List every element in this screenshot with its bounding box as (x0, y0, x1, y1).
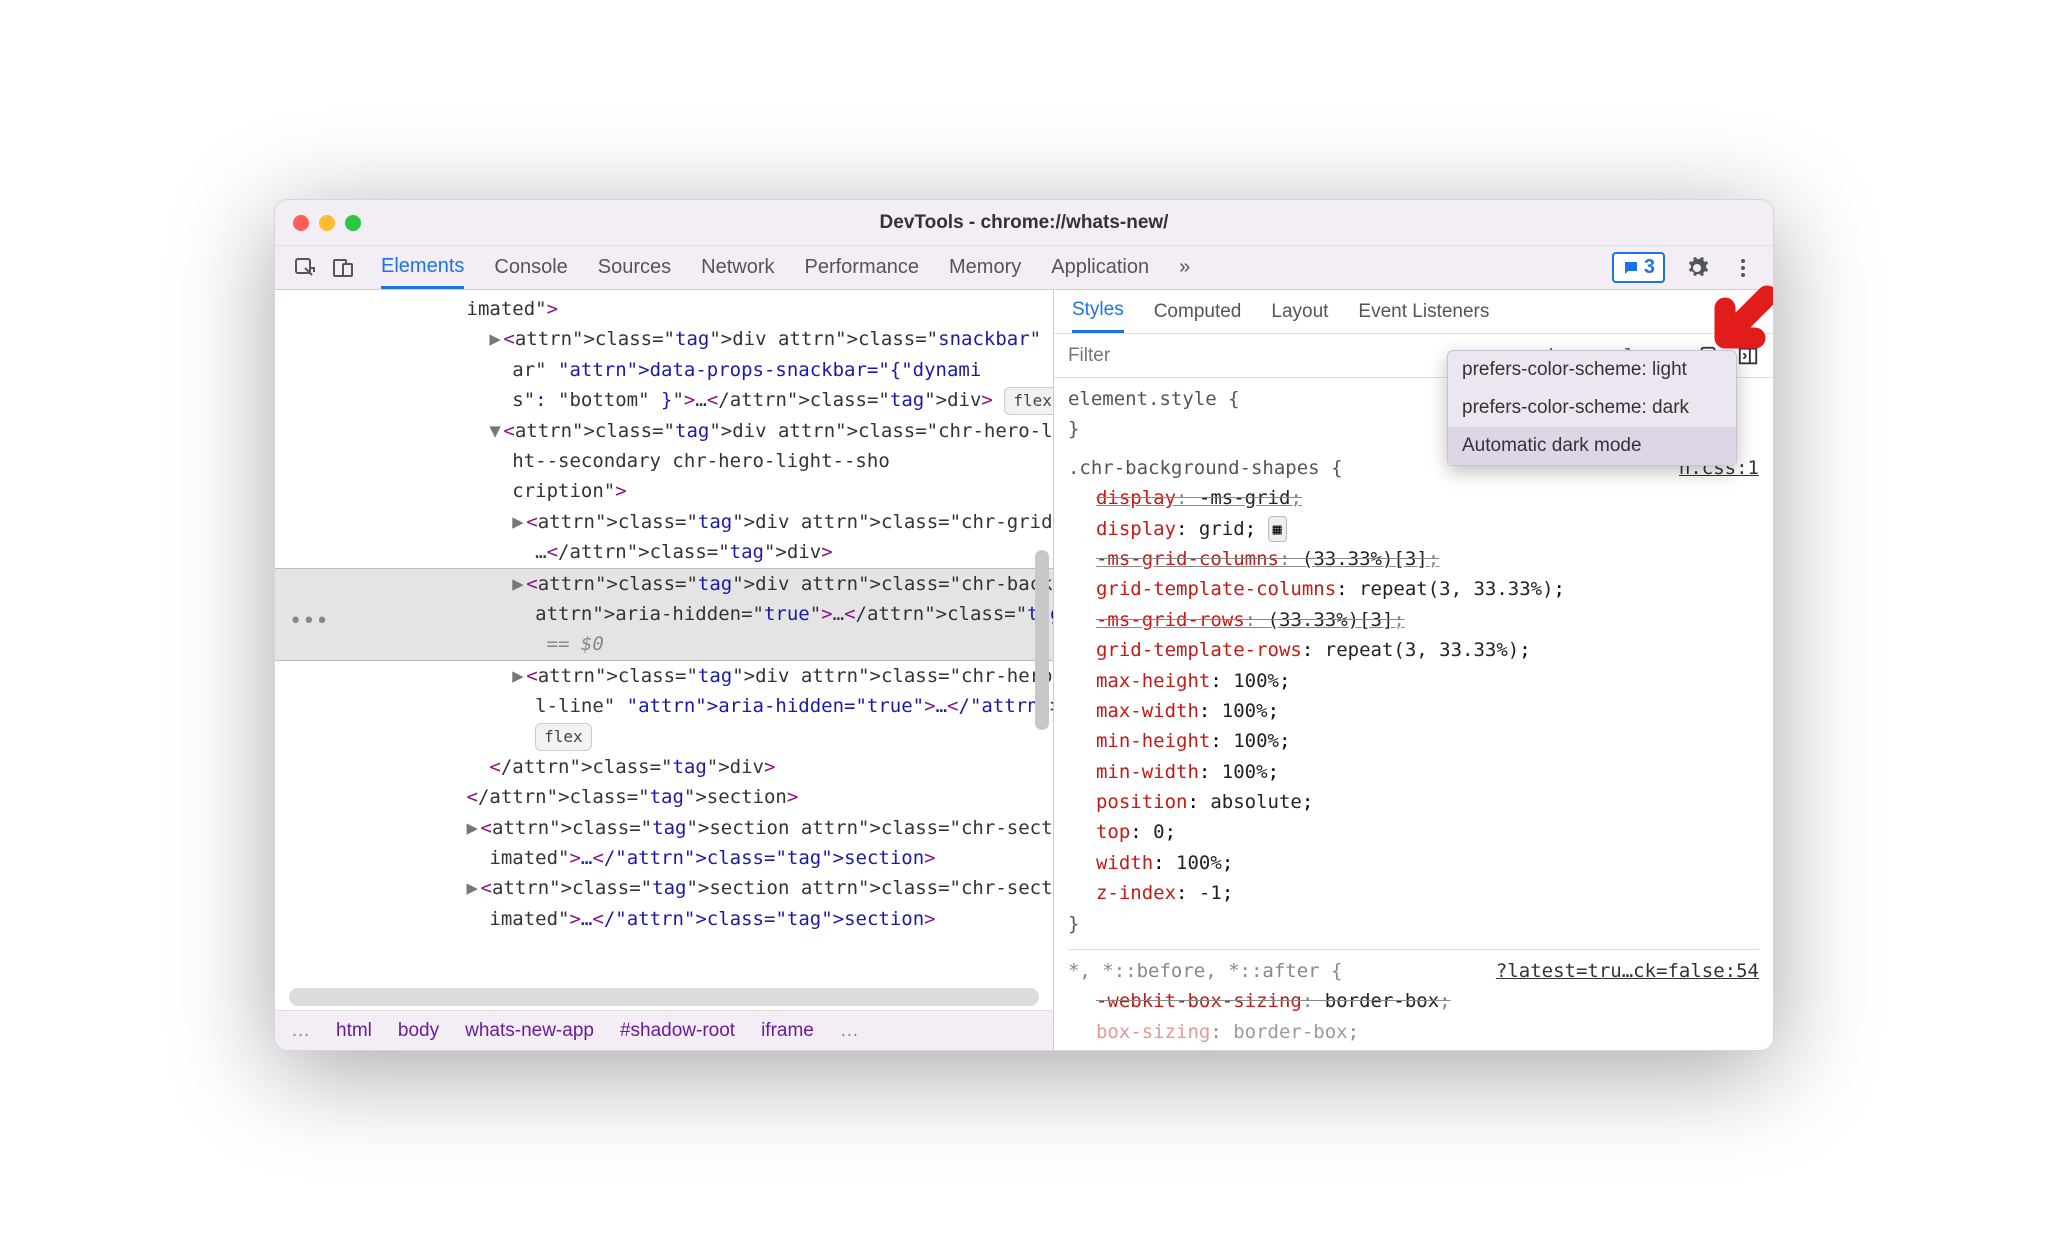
dom-row[interactable]: cription"> (275, 476, 1053, 506)
annotation-arrow-icon (1707, 284, 1774, 356)
dom-row[interactable]: imated">…</"attrn">class="tag">section> (275, 904, 1053, 934)
dom-row[interactable]: …</attrn">class="tag">div> (275, 537, 1053, 567)
css-declaration[interactable]: display: grid; ▦ (1068, 514, 1759, 544)
crumb-more-right[interactable]: … (840, 1020, 859, 1042)
styles-subtabs: Styles Computed Layout Event Listeners » (1054, 290, 1773, 334)
rule-selector: .chr-background-shapes { (1068, 457, 1343, 479)
dom-row[interactable]: ht--secondary chr-hero-light--sho (275, 446, 1053, 476)
css-declaration[interactable]: display: -ms-grid; (1068, 483, 1759, 513)
crumb-html[interactable]: html (336, 1020, 372, 1042)
dom-row[interactable]: ▶<attrn">class="tag">div attrn">class="s… (275, 324, 1053, 354)
css-declaration[interactable]: z-index: -1; (1068, 878, 1759, 908)
subtab-styles[interactable]: Styles (1072, 290, 1124, 333)
crumb-body[interactable]: body (398, 1020, 439, 1042)
tab-application[interactable]: Application (1051, 246, 1149, 289)
dom-row[interactable]: </attrn">class="tag">div> (275, 752, 1053, 782)
dom-vertical-scrollbar[interactable] (1035, 550, 1049, 730)
css-declaration[interactable]: max-height: 100%; (1068, 666, 1759, 696)
main-toolbar: Elements Console Sources Network Perform… (275, 246, 1773, 290)
device-toggle-icon[interactable] (329, 254, 357, 282)
subtab-layout[interactable]: Layout (1271, 290, 1328, 333)
dom-row[interactable]: imated">…</"attrn">class="tag">section> (275, 843, 1053, 873)
crumb-shadow[interactable]: #shadow-root (620, 1020, 735, 1042)
dom-row[interactable]: ▶<attrn">class="tag">div attrn">class="c… (275, 568, 1053, 599)
css-declaration[interactable]: min-width: 100%; (1068, 757, 1759, 787)
dom-row[interactable]: ▶<attrn">class="tag">div attrn">class="c… (275, 661, 1053, 691)
rendering-emulation-popup: prefers-color-scheme: light prefers-colo… (1447, 350, 1737, 466)
tab-network[interactable]: Network (701, 246, 774, 289)
maximize-window-button[interactable] (345, 215, 361, 231)
dom-row[interactable]: imated"> (275, 294, 1053, 324)
dom-row[interactable]: l-line" "attrn">aria-hidden="true">…</"a… (275, 691, 1053, 721)
dom-row[interactable]: s": "bottom" }">…</attrn">class="tag">di… (275, 385, 1053, 415)
css-declaration[interactable]: min-height: 100%; (1068, 726, 1759, 756)
main-tabs: Elements Console Sources Network Perform… (381, 246, 1190, 289)
popup-item-dark[interactable]: prefers-color-scheme: dark (1448, 389, 1736, 427)
window-title: DevTools - chrome://whats-new/ (275, 212, 1773, 234)
dom-row[interactable]: == $0 (275, 629, 1053, 660)
popup-item-auto-dark[interactable]: Automatic dark mode (1448, 427, 1736, 465)
css-declaration[interactable]: top: 0; (1068, 817, 1759, 847)
subtab-computed[interactable]: Computed (1154, 290, 1242, 333)
crumb-more-left[interactable]: … (291, 1020, 310, 1042)
rule2-selector: *, *::before, *::after { (1068, 960, 1343, 982)
tab-sources[interactable]: Sources (598, 246, 671, 289)
messages-count: 3 (1644, 256, 1655, 279)
tab-performance[interactable]: Performance (805, 246, 920, 289)
titlebar: DevTools - chrome://whats-new/ (275, 200, 1773, 246)
selected-row-gutter: ••• (275, 604, 329, 639)
dom-row[interactable]: </attrn">class="tag">section> (275, 782, 1053, 812)
css-declaration[interactable]: position: absolute; (1068, 787, 1759, 817)
devtools-window: DevTools - chrome://whats-new/ Elements … (274, 199, 1774, 1051)
css-declaration[interactable]: -ms-grid-columns: (33.33%)[3]; (1068, 544, 1759, 574)
elements-dom-panel: imated"> ▶<attrn">class="tag">div attrn"… (275, 290, 1054, 1050)
css-declaration[interactable]: -webkit-box-sizing: border-box; (1068, 986, 1759, 1016)
messages-badge[interactable]: 3 (1612, 252, 1665, 283)
dom-row[interactable]: flex (275, 721, 1053, 751)
grid-overlay-icon[interactable]: ▦ (1268, 516, 1287, 542)
crumb-app[interactable]: whats-new-app (465, 1020, 594, 1042)
css-declaration[interactable]: width: 100%; (1068, 848, 1759, 878)
tab-console[interactable]: Console (494, 246, 567, 289)
kebab-menu-icon[interactable] (1729, 254, 1757, 282)
dom-row[interactable]: ar" "attrn">data-props-snackbar="{"dynam… (275, 355, 1053, 385)
dom-row[interactable]: ▶<attrn">class="tag">section attrn">clas… (275, 873, 1053, 903)
tab-elements[interactable]: Elements (381, 246, 464, 289)
dom-tree[interactable]: imated"> ▶<attrn">class="tag">div attrn"… (275, 290, 1053, 988)
settings-gear-icon[interactable] (1683, 254, 1711, 282)
crumb-iframe[interactable]: iframe (761, 1020, 814, 1042)
dom-row[interactable]: ▼<attrn">class="tag">div attrn">class="c… (275, 416, 1053, 446)
dom-horizontal-scrollbar[interactable] (289, 988, 1039, 1006)
breadcrumb: … html body whats-new-app #shadow-root i… (275, 1010, 1053, 1050)
rule-close: } (1068, 909, 1759, 939)
rule2-source-link[interactable]: ?latest=tru…ck=false:54 (1496, 956, 1759, 986)
styles-panel: Styles Computed Layout Event Listeners »… (1054, 290, 1773, 1050)
subtab-listeners[interactable]: Event Listeners (1358, 290, 1489, 333)
css-declaration[interactable]: max-width: 100%; (1068, 696, 1759, 726)
css-declaration[interactable]: -ms-grid-rows: (33.33%)[3]; (1068, 605, 1759, 635)
tab-memory[interactable]: Memory (949, 246, 1021, 289)
dom-row[interactable]: ▶<attrn">class="tag">section attrn">clas… (275, 813, 1053, 843)
css-declaration[interactable]: grid-template-rows: repeat(3, 33.33%); (1068, 635, 1759, 665)
close-window-button[interactable] (293, 215, 309, 231)
css-declaration[interactable]: grid-template-columns: repeat(3, 33.33%)… (1068, 574, 1759, 604)
popup-item-light[interactable]: prefers-color-scheme: light (1448, 351, 1736, 389)
dom-row[interactable]: attrn">aria-hidden="true">…</attrn">clas… (275, 599, 1053, 629)
window-controls (293, 215, 361, 231)
more-tabs-icon[interactable]: » (1179, 246, 1190, 289)
minimize-window-button[interactable] (319, 215, 335, 231)
dom-row[interactable]: ▶<attrn">class="tag">div attrn">class="c… (275, 507, 1053, 537)
inspect-element-icon[interactable] (291, 254, 319, 282)
styles-rules[interactable]: element.style { } n.css:1 .chr-backgroun… (1054, 378, 1773, 1050)
css-declaration[interactable]: box-sizing: border-box; (1068, 1017, 1759, 1047)
